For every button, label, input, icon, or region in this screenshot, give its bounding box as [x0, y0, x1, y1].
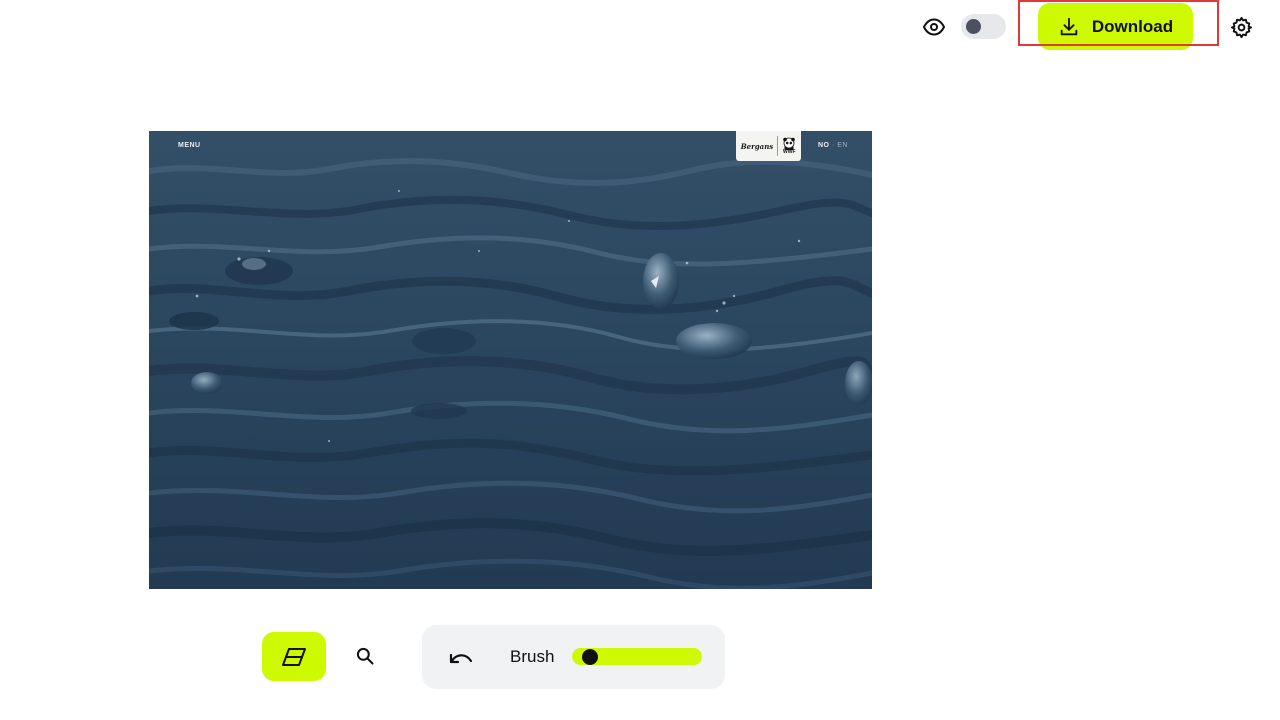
wwf-logo: WWF	[782, 137, 796, 155]
water-photo	[149, 131, 872, 589]
zoom-tool-button[interactable]	[350, 641, 380, 671]
site-logo-text: Bergans	[740, 141, 774, 151]
preview-eye-button[interactable]	[919, 12, 949, 42]
undo-icon	[449, 653, 473, 664]
site-lang-separator: ·	[831, 142, 835, 149]
brush-size-label: Brush	[510, 647, 555, 666]
brush-panel: Brush	[422, 625, 725, 689]
preview-toggle[interactable]	[961, 14, 1006, 39]
download-label: Download	[1091, 16, 1174, 36]
image-canvas[interactable]: MENU Bergans WWF NO · EN	[149, 131, 872, 589]
eye-icon	[923, 18, 945, 36]
download-button[interactable]: Download	[1038, 3, 1193, 50]
gear-icon	[1230, 16, 1252, 38]
brush-size-slider-thumb[interactable]	[582, 648, 599, 665]
search-icon	[356, 647, 374, 665]
top-toolbar: Download	[0, 0, 1280, 54]
site-menu-label: MENU	[178, 142, 201, 149]
eraser-icon	[282, 647, 306, 666]
site-logo: Bergans WWF	[736, 131, 801, 161]
download-icon	[1060, 17, 1078, 35]
wwf-label: WWF	[783, 149, 796, 155]
undo-button[interactable]	[446, 642, 476, 672]
brush-size-slider[interactable]	[572, 648, 702, 665]
site-lang-active: NO	[818, 142, 830, 149]
eraser-tool-button[interactable]	[262, 632, 326, 681]
site-logo-divider	[777, 136, 779, 156]
settings-button[interactable]	[1226, 12, 1256, 42]
toggle-knob	[966, 19, 981, 34]
site-lang-inactive: EN	[837, 142, 848, 149]
site-language-switch: NO · EN	[818, 142, 848, 149]
